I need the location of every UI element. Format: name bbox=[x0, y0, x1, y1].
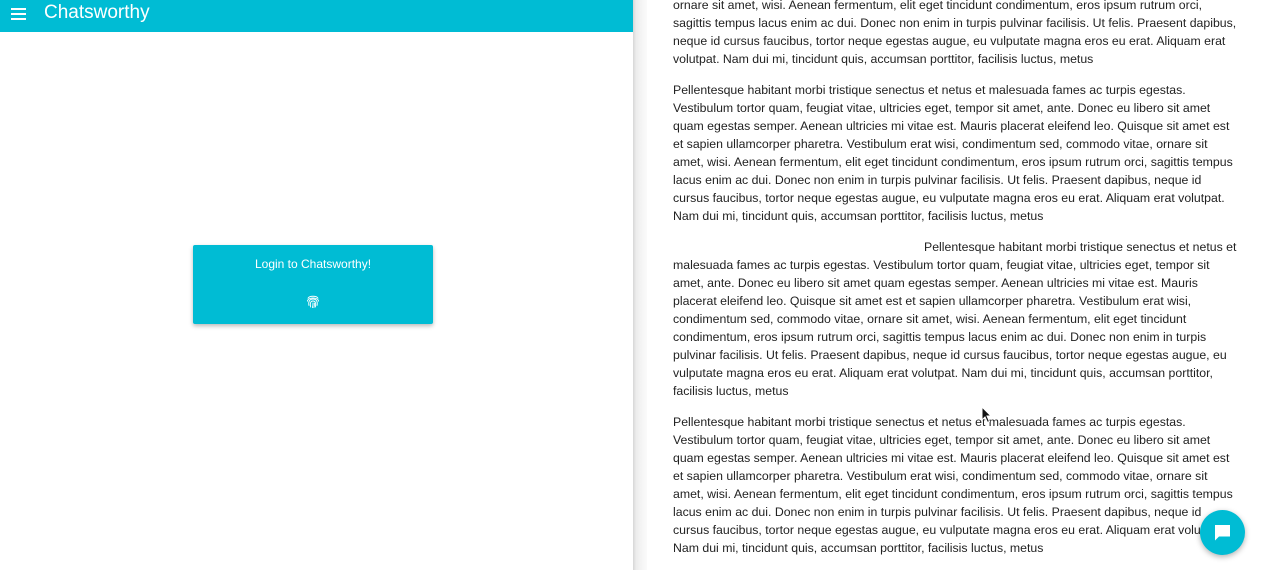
app-panel: Chatsworthy Login to Chatsworthy! bbox=[0, 0, 633, 570]
fingerprint-icon bbox=[306, 295, 320, 309]
article-paragraph: Pellentesque habitant morbi tristique se… bbox=[673, 83, 1233, 223]
menu-icon[interactable] bbox=[11, 7, 27, 20]
article-panel[interactable]: ornare sit amet, wisi. Aenean fermentum,… bbox=[647, 0, 1265, 570]
article-paragraph: ornare sit amet, wisi. Aenean fermentum,… bbox=[673, 0, 1237, 66]
chat-bubble-icon bbox=[1215, 525, 1230, 541]
article-paragraph: Pellentesque habitant morbi tristique se… bbox=[673, 415, 1233, 555]
login-label: Login to Chatsworthy! bbox=[254, 257, 372, 271]
mouse-pointer-icon bbox=[981, 406, 993, 424]
app-bar: Chatsworthy bbox=[0, 0, 633, 32]
chat-button[interactable] bbox=[1200, 510, 1245, 555]
app-title: Chatsworthy bbox=[44, 2, 150, 23]
panel-divider bbox=[633, 0, 647, 570]
login-button[interactable]: Login to Chatsworthy! bbox=[193, 245, 433, 324]
article-paragraph: Pellentesque habitant morbi tristique se… bbox=[673, 240, 1237, 398]
